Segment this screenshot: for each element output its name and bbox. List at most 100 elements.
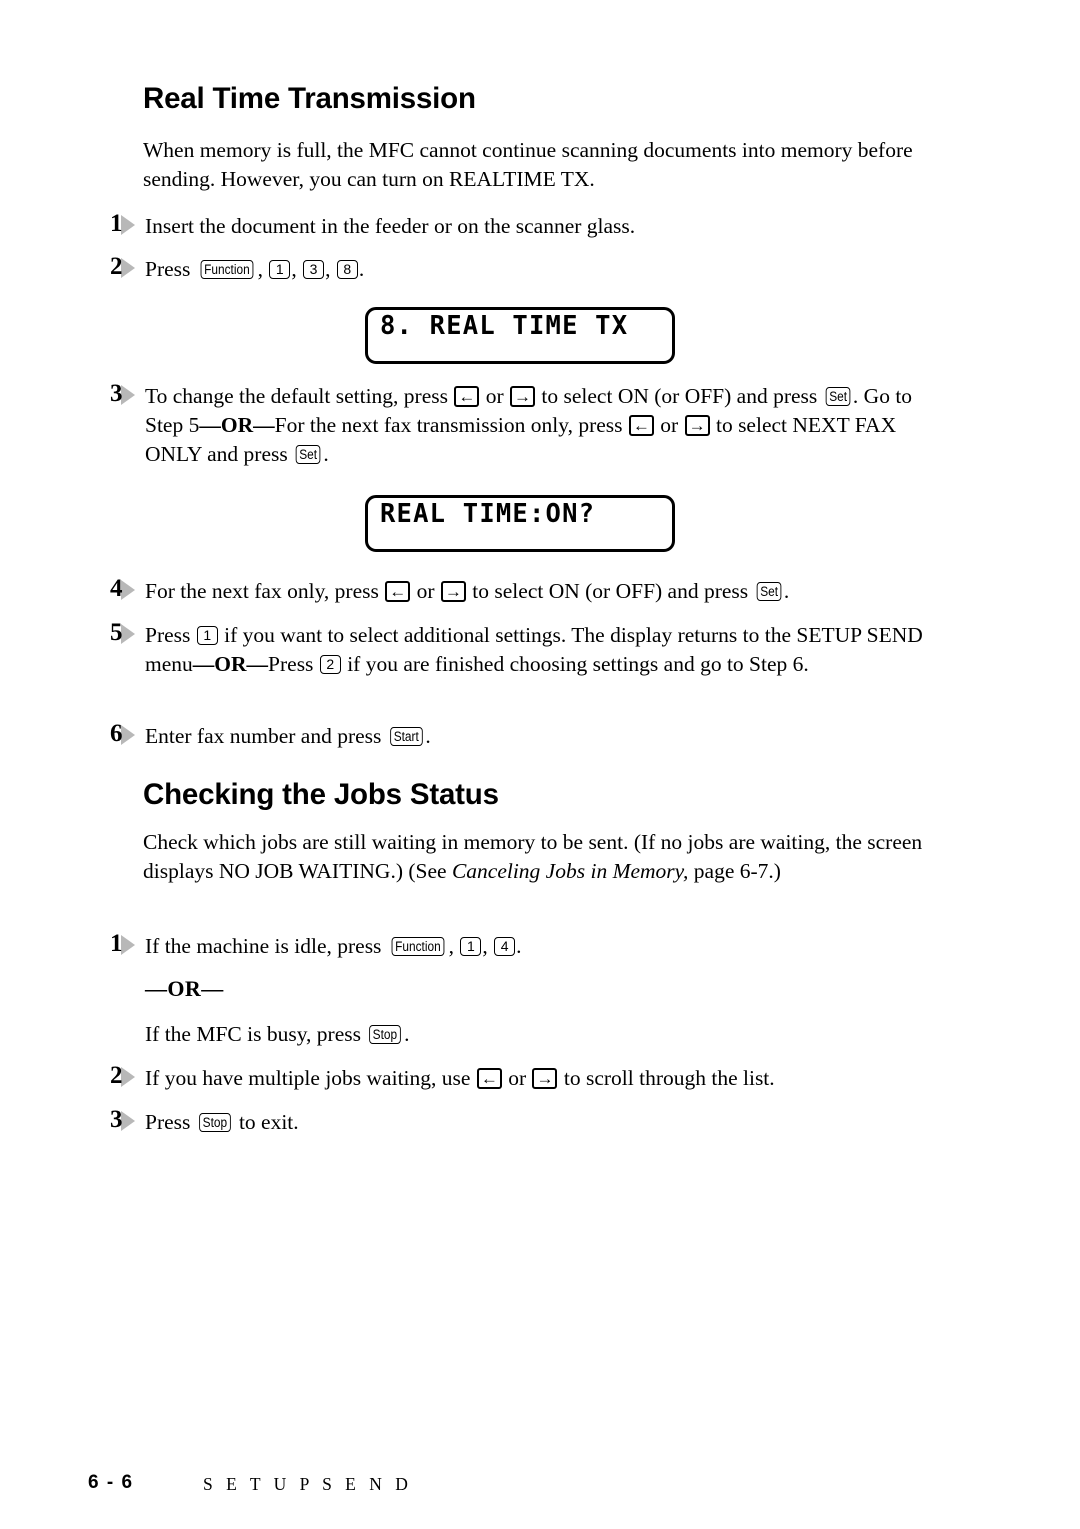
step-number-marker: 2 xyxy=(108,253,144,283)
footer-page-number: 6 - 6 xyxy=(88,1472,134,1493)
step-wedge-icon xyxy=(121,725,135,745)
step-text: Press 1 if you want to select additional… xyxy=(145,621,936,679)
arrow-left-icon: ← xyxy=(476,1068,502,1089)
step-4-rtt: 4 For the next fax only, press ← or → to… xyxy=(108,575,936,606)
step-wedge-icon xyxy=(121,580,135,600)
step-wedge-icon xyxy=(121,258,135,278)
step-text: Enter fax number and press Start. xyxy=(145,722,936,751)
text-fragment: If the machine is idle, press xyxy=(145,934,387,958)
stop-key-glyph: Stop xyxy=(198,1113,231,1132)
step-1-jobs: 1 If the machine is idle, press Function… xyxy=(108,930,936,961)
separator: , xyxy=(482,934,494,958)
step-1-rtt: 1 Insert the document in the feeder or o… xyxy=(108,210,936,241)
text-fragment: to select ON (or OFF) and press xyxy=(536,384,823,408)
step-number-marker: 3 xyxy=(108,380,144,410)
step-number-marker: 1 xyxy=(108,930,144,960)
set-key-glyph: Set xyxy=(295,445,321,464)
separator: , xyxy=(257,257,269,281)
step-wedge-icon xyxy=(121,935,135,955)
key-3-glyph: 3 xyxy=(303,260,325,279)
text-fragment: if you are finished choosing settings an… xyxy=(341,652,809,676)
separator: , xyxy=(325,257,336,281)
step-text: For the next fax only, press ← or → to s… xyxy=(145,577,936,606)
step-wedge-icon xyxy=(121,1067,135,1087)
set-key-glyph: Set xyxy=(825,387,851,406)
step-number: 2 xyxy=(110,253,123,280)
stop-key-glyph: Stop xyxy=(369,1025,402,1044)
key-8-glyph: 8 xyxy=(336,260,358,279)
step-number: 5 xyxy=(110,619,123,646)
step-wedge-icon xyxy=(121,1111,135,1131)
separator: , xyxy=(291,257,303,281)
arrow-right-icon: → xyxy=(440,581,466,602)
step-3-jobs: 3 Press Stop to exit. xyxy=(108,1106,936,1137)
text-fragment: or xyxy=(480,384,510,408)
arrow-left-icon: ← xyxy=(454,386,480,407)
step-6-rtt: 6 Enter fax number and press Start. xyxy=(108,720,936,751)
step-3-rtt: 3 To change the default setting, press ←… xyxy=(108,380,936,469)
step-2-jobs: 2 If you have multiple jobs waiting, use… xyxy=(108,1062,936,1093)
text-fragment: to scroll through the list. xyxy=(558,1066,775,1090)
text-fragment: Press xyxy=(145,623,196,647)
key-1-glyph: 1 xyxy=(269,260,291,279)
step-number: 6 xyxy=(110,720,123,747)
step-text: If you have multiple jobs waiting, use ←… xyxy=(145,1064,936,1093)
separator: , xyxy=(448,934,460,958)
start-key-glyph: Start xyxy=(389,727,423,746)
step-number-marker: 3 xyxy=(108,1106,144,1136)
text-fragment: If the MFC is busy, press xyxy=(145,1022,367,1046)
lcd-display-real-time-on: REAL TIME:ON? xyxy=(365,495,675,552)
key-1-glyph: 1 xyxy=(196,626,218,645)
step-number-marker: 4 xyxy=(108,575,144,605)
step-number-marker: 1 xyxy=(108,210,144,240)
or-separator: —OR— xyxy=(199,413,275,437)
step-wedge-icon xyxy=(121,385,135,405)
step-wedge-icon xyxy=(121,215,135,235)
step-number: 2 xyxy=(110,1062,123,1089)
intro-paragraph-real-time-transmission: When memory is full, the MFC cannot cont… xyxy=(143,138,913,191)
page-title-real-time-transmission: Real Time Transmission xyxy=(143,82,476,115)
or-divider: —OR— xyxy=(145,976,224,1001)
step-number: 3 xyxy=(110,1106,123,1133)
period: . xyxy=(516,934,522,958)
step-number-marker: 6 xyxy=(108,720,144,750)
key-1-glyph: 1 xyxy=(460,937,482,956)
text-fragment: or xyxy=(411,579,440,603)
function-key-glyph: Function xyxy=(391,937,445,956)
mfc-busy-instruction: If the MFC is busy, press Stop. xyxy=(145,1020,410,1049)
set-key-glyph: Set xyxy=(756,582,782,601)
step-number-marker: 2 xyxy=(108,1062,144,1092)
step-number: 3 xyxy=(110,380,123,407)
period: . xyxy=(358,257,365,281)
function-key-glyph: Function xyxy=(200,260,253,279)
text-fragment: For the next fax only, press xyxy=(145,579,385,603)
intro-paragraph-checking-jobs: Check which jobs are still waiting in me… xyxy=(143,828,933,886)
step-text: Insert the document in the feeder or on … xyxy=(145,214,636,238)
cross-reference-title: Canceling Jobs in Memory, xyxy=(451,859,689,883)
footer-section-title: S E T U P S E N D xyxy=(203,1474,413,1494)
text-fragment: or xyxy=(502,1066,532,1090)
step-text: If the machine is idle, press Function, … xyxy=(145,932,936,961)
period: . xyxy=(323,442,329,466)
period: . xyxy=(783,579,790,603)
step-number: 4 xyxy=(110,575,123,602)
text-fragment: or xyxy=(654,413,684,437)
text-fragment: to select ON (or OFF) and press xyxy=(466,579,754,603)
text-fragment: If you have multiple jobs waiting, use xyxy=(145,1066,476,1090)
press-label: Press xyxy=(145,257,196,281)
step-text: Press Stop to exit. xyxy=(145,1108,936,1137)
lcd-display-real-time-tx: 8. REAL TIME TX xyxy=(365,307,675,364)
period: . xyxy=(425,724,431,748)
step-text: Press Function, 1, 3, 8. xyxy=(145,255,936,284)
lcd-text: REAL TIME:ON? xyxy=(380,499,596,529)
lcd-text: 8. REAL TIME TX xyxy=(380,311,629,341)
key-2-glyph: 2 xyxy=(319,655,341,674)
arrow-left-icon: ← xyxy=(385,581,411,602)
step-text: To change the default setting, press ← o… xyxy=(145,382,936,469)
text-fragment: Enter fax number and press xyxy=(145,724,387,748)
manual-page: Real Time Transmission When memory is fu… xyxy=(0,0,1080,1529)
page-title-checking-jobs-status: Checking the Jobs Status xyxy=(143,778,499,811)
step-number: 1 xyxy=(110,210,123,237)
step-number-marker: 5 xyxy=(108,619,144,649)
arrow-right-icon: → xyxy=(684,415,710,436)
